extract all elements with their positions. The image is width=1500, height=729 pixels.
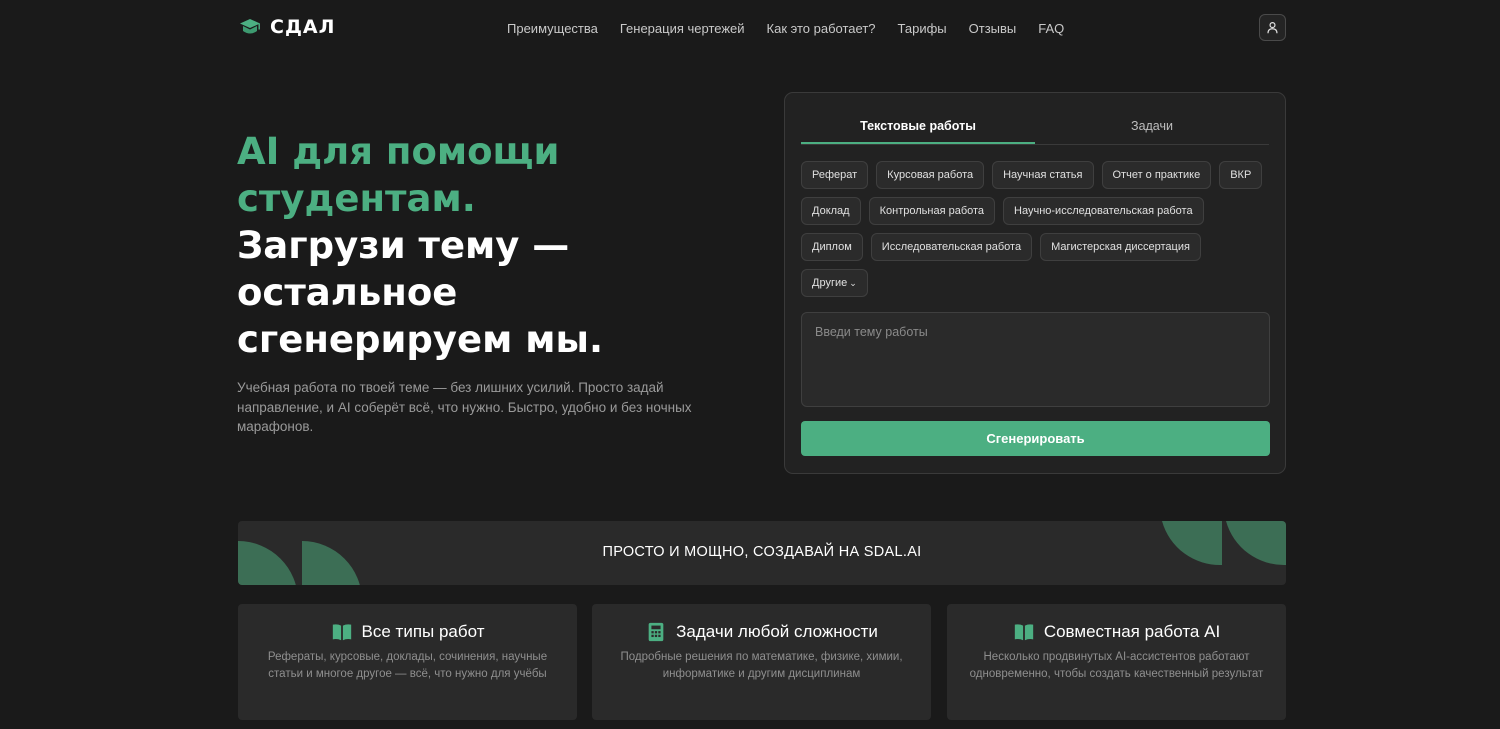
hero-title: AI для помощи студентам. Загрузи тему — … — [237, 128, 757, 363]
chip-essay[interactable]: Реферат — [801, 161, 869, 189]
header: СДАЛ Преимущества Генерация чертежей Как… — [0, 0, 1500, 56]
logo[interactable]: СДАЛ — [238, 14, 335, 40]
chip-practice-report[interactable]: Отчет о практике — [1101, 161, 1212, 189]
main-nav: Преимущества Генерация чертежей Как это … — [507, 18, 1064, 38]
chip-test-work[interactable]: Контрольная работа — [868, 197, 996, 225]
chip-master-dissertation[interactable]: Магистерская диссертация — [1040, 233, 1201, 261]
feature-description: Подробные решения по математике, физике,… — [620, 651, 903, 680]
topic-input[interactable] — [801, 312, 1270, 407]
feature-card-all-types: Все типы работ Рефераты, курсовые, докла… — [238, 604, 577, 720]
promo-banner: ПРОСТО И МОЩНО, СОЗДАВАЙ НА SDAL.AI — [238, 521, 1286, 585]
chip-research-work[interactable]: Научно-исследовательская работа — [1003, 197, 1204, 225]
chip-report[interactable]: Доклад — [801, 197, 861, 225]
chevron-down-icon: ⌄ — [849, 278, 857, 288]
chip-thesis-vkr[interactable]: ВКР — [1219, 161, 1263, 189]
generate-button[interactable]: Сгенерировать — [801, 421, 1270, 456]
feature-description: Рефераты, курсовые, доклады, сочинения, … — [267, 651, 548, 680]
chip-scientific-article[interactable]: Научная статья — [992, 161, 1094, 189]
logo-text: СДАЛ — [270, 16, 336, 38]
calculator-icon — [648, 622, 664, 642]
chip-investigation-work[interactable]: Исследовательская работа — [870, 233, 1033, 261]
hero-title-accent-line-2: студентам. — [237, 177, 476, 220]
feature-card-head: Все типы работ — [238, 620, 577, 644]
hero-title-accent-line-1: AI для помощи — [237, 130, 560, 173]
hero-description: Учебная работа по твоей теме — без лишни… — [237, 380, 692, 434]
book-open-icon — [1014, 624, 1033, 641]
hero-title-main-line-1: Загрузи тему — — [237, 224, 570, 267]
generator-panel: Текстовые работы Задачи Реферат Курсовая… — [784, 92, 1286, 474]
chip-coursework[interactable]: Курсовая работа — [876, 161, 985, 189]
feature-card-head: Совместная работа AI — [947, 620, 1286, 644]
work-type-chips: Реферат Курсовая работа Научная статья О… — [801, 161, 1271, 297]
feature-card-tasks: Задачи любой сложности Подробные решения… — [592, 604, 931, 720]
nav-item-reviews[interactable]: Отзывы — [969, 21, 1017, 36]
nav-item-drawings[interactable]: Генерация чертежей — [620, 21, 745, 36]
nav-item-faq[interactable]: FAQ — [1038, 21, 1064, 36]
chip-diploma[interactable]: Диплом — [801, 233, 863, 261]
feature-description: Несколько продвинутых AI-ассистентов раб… — [969, 651, 1264, 680]
chip-others-label: Другие — [812, 277, 848, 289]
feature-title: Совместная работа AI — [1043, 622, 1221, 641]
feature-card-head: Задачи любой сложности — [592, 620, 931, 644]
nav-item-how-it-works[interactable]: Как это работает? — [767, 21, 876, 36]
hero-title-main-line-3: сгенерируем мы. — [237, 318, 604, 361]
tab-tasks[interactable]: Задачи — [1035, 109, 1269, 144]
graduation-cap-icon — [240, 19, 260, 34]
banner-text: ПРОСТО И МОЩНО, СОЗДАВАЙ НА SDAL.AI — [602, 544, 922, 560]
work-type-tabs: Текстовые работы Задачи — [801, 109, 1269, 145]
nav-item-pricing[interactable]: Тарифы — [898, 21, 947, 36]
nav-item-advantages[interactable]: Преимущества — [507, 21, 598, 36]
feature-card-ai-collab: Совместная работа AI Несколько продвинут… — [947, 604, 1286, 720]
hero-title-main-line-2: остальное — [237, 271, 458, 314]
tab-text-works[interactable]: Текстовые работы — [801, 109, 1035, 144]
book-open-icon — [332, 624, 351, 641]
feature-title: Задачи любой сложности — [676, 622, 878, 641]
chip-others-dropdown[interactable]: Другие ⌄ — [801, 269, 868, 297]
feature-title: Все типы работ — [361, 622, 485, 641]
user-icon — [1267, 22, 1278, 34]
profile-button[interactable] — [1259, 14, 1286, 41]
